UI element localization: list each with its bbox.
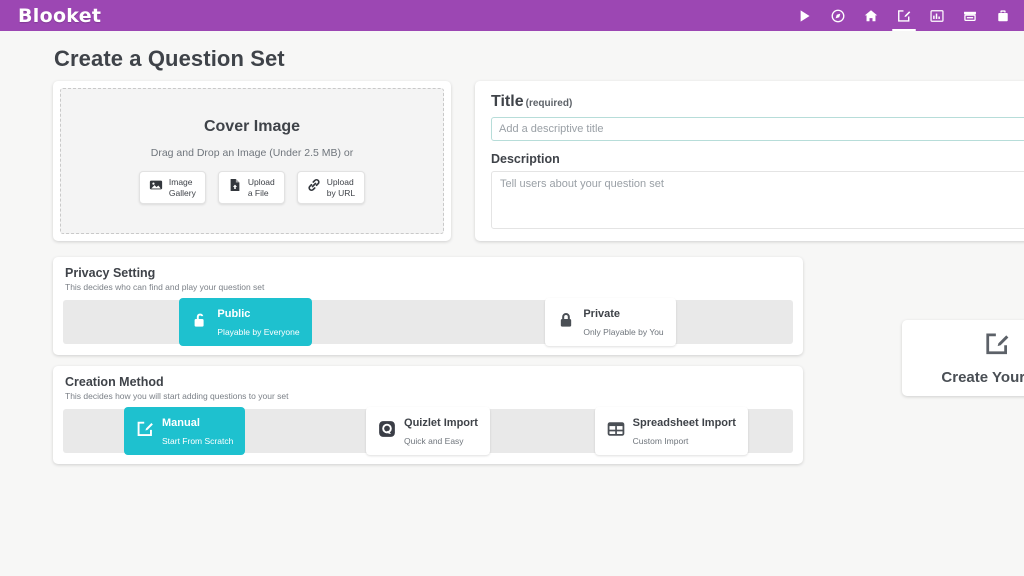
create-your-set-button[interactable]: Create Your Set bbox=[902, 320, 1024, 396]
image-gallery-icon bbox=[149, 178, 163, 197]
privacy-option-private-desc: Only Playable by You bbox=[583, 327, 664, 337]
creation-method-option-bar: Manual Start From Scratch Quizlet Import… bbox=[63, 407, 793, 455]
method-option-quizlet-name: Quizlet Import bbox=[404, 417, 478, 429]
method-option-slot-quizlet: Quizlet Import Quick and Easy bbox=[306, 407, 549, 455]
creation-method-heading: Creation Method bbox=[65, 375, 164, 389]
nav-stats-chart-icon[interactable] bbox=[928, 0, 946, 31]
upload-file-button[interactable]: Upload a File bbox=[217, 170, 285, 205]
cover-image-heading: Cover Image bbox=[203, 117, 301, 135]
privacy-option-public[interactable]: Public Playable by Everyone bbox=[179, 298, 312, 346]
privacy-setting-subheading: This decides who can find and play your … bbox=[65, 282, 265, 292]
pencil-square-icon bbox=[136, 420, 154, 443]
upload-file-label: Upload a File bbox=[247, 176, 275, 198]
create-your-set-label: Create Your Set bbox=[941, 368, 1024, 386]
image-gallery-button[interactable]: Image Gallery bbox=[138, 170, 206, 205]
privacy-option-private-name: Private bbox=[583, 308, 621, 320]
creation-method-card: Creation Method This decides how you wil… bbox=[53, 366, 803, 464]
link-url-icon bbox=[307, 178, 321, 197]
spreadsheet-grid-icon bbox=[607, 420, 625, 443]
nav-blooks-briefcase-icon[interactable] bbox=[994, 0, 1012, 31]
title-description-card: Title(required) Description bbox=[475, 81, 1024, 241]
method-option-slot-manual: Manual Start From Scratch bbox=[63, 407, 306, 455]
method-option-slot-spreadsheet: Spreadsheet Import Custom Import bbox=[550, 407, 793, 455]
privacy-option-bar: Public Playable by Everyone Private Only… bbox=[63, 298, 793, 346]
unlock-icon bbox=[191, 311, 209, 334]
file-upload-icon bbox=[228, 178, 242, 197]
upload-url-label: Upload by URL bbox=[326, 176, 356, 198]
method-option-manual-text: Manual Start From Scratch bbox=[162, 413, 233, 449]
nav-discover-compass-icon[interactable] bbox=[829, 0, 847, 31]
quizlet-logo-icon bbox=[378, 420, 396, 443]
method-option-quizlet-desc: Quick and Easy bbox=[404, 436, 464, 446]
privacy-option-slot-private: Private Only Playable by You bbox=[428, 298, 793, 346]
method-option-spreadsheet-desc: Custom Import bbox=[632, 436, 689, 446]
privacy-option-public-name: Public bbox=[217, 308, 251, 320]
top-navbar: Blooket bbox=[0, 0, 1024, 31]
privacy-option-public-text: Public Playable by Everyone bbox=[217, 304, 299, 340]
privacy-option-private[interactable]: Private Only Playable by You bbox=[545, 298, 676, 346]
method-option-manual-name: Manual bbox=[162, 417, 200, 429]
cover-image-subtext: Drag and Drop an Image (Under 2.5 MB) or bbox=[150, 146, 354, 159]
lock-icon bbox=[557, 311, 575, 334]
method-option-manual-desc: Start From Scratch bbox=[162, 436, 234, 446]
page-title: Create a Question Set bbox=[54, 46, 285, 71]
cover-image-button-group: Image Gallery Upload a File Upload by UR… bbox=[138, 170, 366, 205]
privacy-setting-heading: Privacy Setting bbox=[65, 266, 156, 280]
nav-play-icon[interactable] bbox=[796, 0, 814, 31]
privacy-setting-card: Privacy Setting This decides who can fin… bbox=[53, 257, 803, 355]
privacy-option-public-desc: Playable by Everyone bbox=[217, 327, 300, 337]
description-field-label: Description bbox=[491, 152, 560, 166]
title-input[interactable] bbox=[491, 117, 1024, 141]
cover-image-dropzone[interactable]: Cover Image Drag and Drop an Image (Unde… bbox=[60, 88, 444, 234]
blooket-logo[interactable]: Blooket bbox=[18, 5, 101, 27]
privacy-option-private-text: Private Only Playable by You bbox=[583, 304, 663, 340]
method-option-quizlet-text: Quizlet Import Quick and Easy bbox=[404, 413, 478, 449]
cover-image-card: Cover Image Drag and Drop an Image (Unde… bbox=[53, 81, 451, 241]
method-option-spreadsheet-text: Spreadsheet Import Custom Import bbox=[633, 413, 736, 449]
create-question-set-page: Blooket Create a Question Set Cover Imag… bbox=[0, 0, 1024, 576]
description-input[interactable] bbox=[491, 171, 1024, 229]
nav-home-icon[interactable] bbox=[862, 0, 880, 31]
method-option-quizlet[interactable]: Quizlet Import Quick and Easy bbox=[366, 407, 490, 455]
method-option-spreadsheet-name: Spreadsheet Import bbox=[632, 417, 736, 429]
image-gallery-label: Image Gallery bbox=[168, 176, 196, 198]
upload-url-button[interactable]: Upload by URL bbox=[296, 170, 366, 205]
create-pencil-square-icon bbox=[984, 331, 1010, 362]
privacy-option-slot-public: Public Playable by Everyone bbox=[63, 298, 428, 346]
method-option-manual[interactable]: Manual Start From Scratch bbox=[124, 407, 246, 455]
title-field-label: Title (required) bbox=[491, 93, 573, 110]
method-option-spreadsheet[interactable]: Spreadsheet Import Custom Import bbox=[594, 407, 748, 455]
navbar-icon-group bbox=[796, 0, 1012, 31]
creation-method-subheading: This decides how you will start adding q… bbox=[65, 391, 289, 401]
nav-market-shop-icon[interactable] bbox=[961, 0, 979, 31]
nav-create-pencil-square-icon[interactable] bbox=[892, 0, 916, 31]
